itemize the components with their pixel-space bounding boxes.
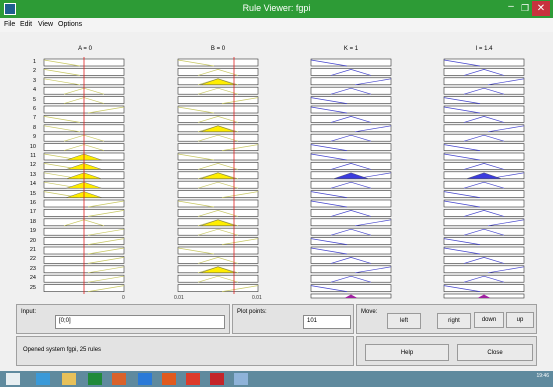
rule-box <box>177 246 259 255</box>
menu-view[interactable]: View <box>38 21 53 28</box>
rule-box <box>177 96 259 104</box>
file-explorer-icon[interactable] <box>62 373 76 385</box>
rule-box <box>177 237 259 245</box>
rule-box <box>177 105 259 114</box>
excel-icon[interactable] <box>88 373 102 385</box>
rule-box <box>310 105 392 114</box>
plot-points-panel: Plot points: 101 <box>232 304 354 334</box>
rule-box <box>443 143 525 151</box>
rule-box <box>443 246 525 255</box>
rule-box <box>310 199 392 208</box>
menu-options[interactable]: Options <box>58 21 82 28</box>
rule-box <box>310 96 392 104</box>
rule-box <box>310 143 392 151</box>
dropbox-icon[interactable] <box>138 373 152 385</box>
chrome-icon[interactable] <box>186 373 200 385</box>
rule-box <box>177 58 259 67</box>
input-label: Input: <box>21 309 37 315</box>
rule-box <box>310 284 392 292</box>
axis-label-b-min: 0.01 <box>174 295 184 301</box>
input-panel: Input: [0;0] <box>16 304 230 334</box>
rule-box <box>443 58 525 67</box>
move-label: Move: <box>361 309 378 315</box>
minimize-button[interactable]: – <box>505 2 517 14</box>
rule-box <box>177 152 259 161</box>
help-close-panel: Help Close <box>356 336 537 366</box>
document-icon[interactable] <box>234 373 248 385</box>
rule-box <box>443 199 525 208</box>
close-button[interactable]: Close <box>457 344 533 361</box>
rule-box <box>177 199 259 208</box>
rule-box <box>443 77 525 86</box>
rule-box <box>443 265 525 274</box>
axis-label-b-max: 0.01 <box>252 295 262 301</box>
help-button[interactable]: Help <box>365 344 449 361</box>
rule-box <box>443 105 525 114</box>
rule-box <box>443 218 525 227</box>
internet-explorer-icon[interactable] <box>36 373 50 385</box>
menu-file[interactable]: File <box>4 21 15 28</box>
system-clock[interactable]: 19:46 <box>536 373 549 379</box>
rule-box <box>310 218 392 227</box>
rule-box <box>310 124 392 133</box>
rule-box <box>177 284 259 292</box>
menu-bar: File Edit View Options <box>0 18 553 32</box>
firefox-icon[interactable] <box>162 373 176 385</box>
plot-points-field[interactable]: 101 <box>303 315 351 329</box>
rule-plots[interactable] <box>0 32 553 302</box>
rule-box <box>443 124 525 133</box>
rule-plot-area: A = 0 B = 0 K = 1 I = 1.4 1 2 3 4 5 6 7 8 9 10 11 1… <box>0 32 553 302</box>
rule-box <box>443 284 525 292</box>
rule-box <box>310 77 392 86</box>
rule-box <box>177 190 259 198</box>
move-up-button[interactable]: up <box>506 312 534 328</box>
plot-points-label: Plot points: <box>237 309 267 315</box>
move-down-button[interactable]: down <box>474 312 504 328</box>
maximize-button[interactable]: ❐ <box>519 2 531 14</box>
axis-label-a-min: 0 <box>122 295 125 301</box>
rule-box <box>310 152 392 161</box>
rule-box <box>310 237 392 245</box>
move-right-button[interactable]: right <box>437 313 471 329</box>
title-bar: Rule Viewer: fgpi – ❐ ✕ <box>0 0 553 18</box>
move-left-button[interactable]: left <box>387 313 421 329</box>
status-panel: Opened system fgpi, 25 rules <box>16 336 354 366</box>
status-text: Opened system fgpi, 25 rules <box>23 347 102 353</box>
window-title: Rule Viewer: fgpi <box>242 3 311 13</box>
rule-box <box>443 190 525 198</box>
matlab-taskbar-icon[interactable] <box>112 373 126 385</box>
rule-box <box>310 246 392 255</box>
acrobat-icon[interactable] <box>210 373 224 385</box>
rule-box <box>443 152 525 161</box>
rule-box <box>443 96 525 104</box>
menu-edit[interactable]: Edit <box>20 21 32 28</box>
close-window-button[interactable]: ✕ <box>532 1 550 16</box>
start-windows-icon[interactable] <box>6 373 20 385</box>
input-field[interactable]: [0;0] <box>55 315 225 329</box>
rule-box <box>310 58 392 67</box>
rule-box <box>310 190 392 198</box>
rule-box <box>310 265 392 274</box>
rule-box <box>443 237 525 245</box>
taskbar: 19:46 <box>0 371 553 387</box>
rule-box <box>177 143 259 151</box>
